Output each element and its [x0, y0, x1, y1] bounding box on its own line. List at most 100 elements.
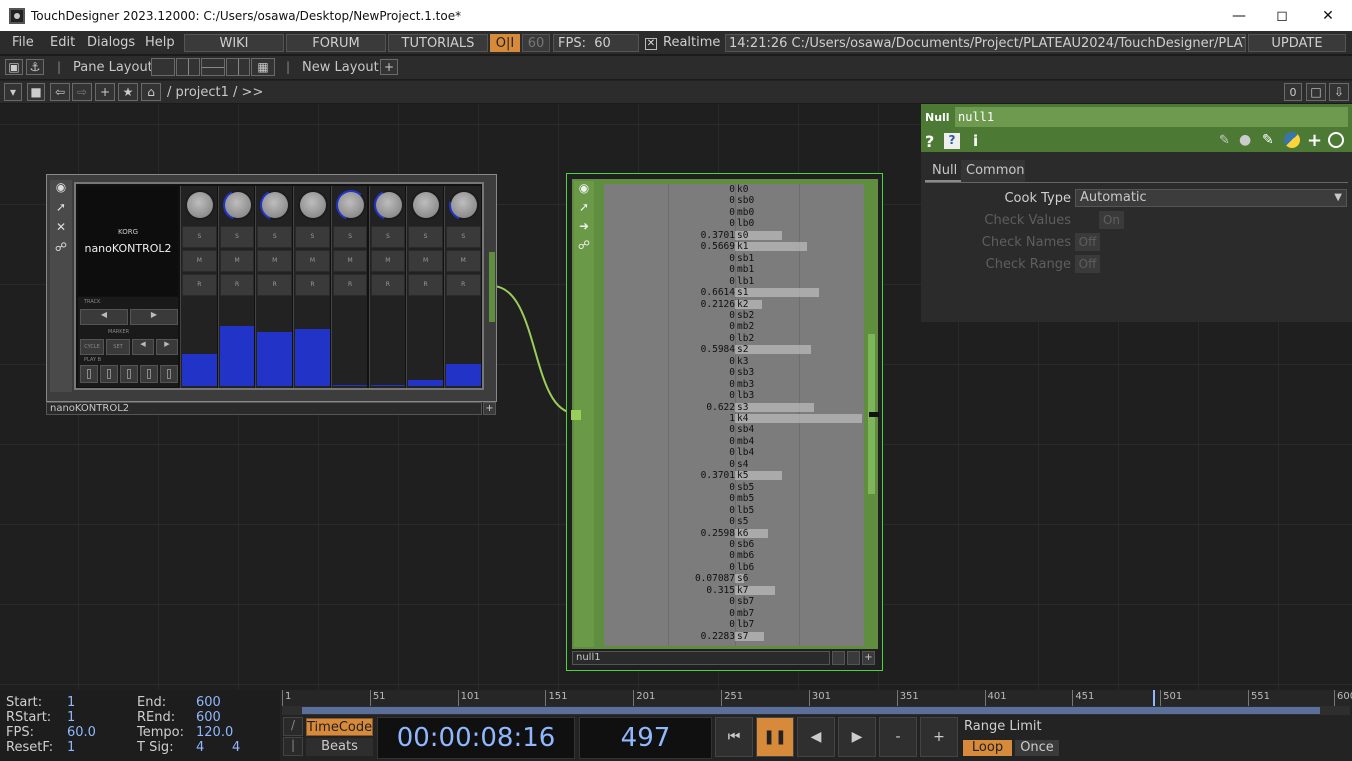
strip-button-s[interactable]: S	[332, 226, 368, 248]
fader[interactable]	[332, 385, 368, 386]
fader[interactable]	[182, 354, 217, 386]
strip-button-r[interactable]: R	[445, 274, 481, 296]
layout-three-icon[interactable]	[226, 58, 250, 76]
input-connector[interactable]	[571, 410, 581, 420]
comment-icon[interactable]: ●	[1239, 132, 1251, 148]
minimize-icon[interactable]: —	[1216, 0, 1262, 31]
python-icon[interactable]	[1284, 132, 1300, 148]
strip-button-s[interactable]: S	[219, 226, 255, 248]
edit-icon[interactable]: ✎	[1219, 133, 1230, 148]
playhead[interactable]	[1153, 690, 1156, 706]
strip-button-m[interactable]: M	[295, 250, 330, 272]
marker-next-button[interactable]: ▶	[156, 339, 178, 355]
fader[interactable]	[219, 326, 255, 386]
layout-vsplit-icon[interactable]	[176, 58, 200, 76]
strip-button-s[interactable]: S	[295, 226, 330, 248]
transport-button[interactable]	[160, 365, 178, 383]
knob[interactable]	[222, 190, 253, 220]
stop-icon[interactable]: ■	[27, 83, 45, 101]
strip-button-s[interactable]: S	[257, 226, 293, 248]
track-next-button[interactable]: ▶	[130, 309, 178, 325]
tsig-numerator[interactable]: 4	[196, 740, 204, 755]
remove-icon[interactable]: ✕	[50, 220, 72, 240]
strip-button-s[interactable]: S	[408, 226, 443, 248]
loop-button[interactable]: Loop	[963, 740, 1012, 756]
check-values-toggle[interactable]: On	[1099, 211, 1124, 229]
bypass-icon[interactable]: ➚	[50, 200, 72, 220]
timecode-display[interactable]: 00:00:08:16	[377, 717, 575, 759]
menu-file[interactable]: File	[12, 35, 34, 50]
maximize-pane-icon[interactable]: □	[1306, 83, 1326, 101]
knob[interactable]	[373, 190, 404, 220]
menu-dialogs[interactable]: Dialogs	[87, 35, 135, 50]
tsig-denominator[interactable]: 4	[232, 740, 240, 755]
fps-value[interactable]: 60.0	[67, 725, 96, 740]
cycle-button[interactable]: CYCLE	[80, 339, 104, 355]
knob[interactable]	[411, 190, 442, 220]
download-icon[interactable]: ⇩	[1329, 83, 1349, 101]
knob[interactable]	[335, 190, 366, 220]
close-icon[interactable]: ✕	[1305, 0, 1351, 31]
end-value[interactable]: 600	[196, 695, 221, 710]
once-button[interactable]: Once	[1015, 740, 1059, 756]
pause-icon[interactable]: ❚❚	[756, 717, 794, 757]
clipboard-icon[interactable]: ✎	[1262, 132, 1274, 148]
home-icon[interactable]: ⌂	[141, 83, 161, 101]
anchor-icon[interactable]: ⚓	[26, 59, 44, 75]
info-icon[interactable]: i	[973, 132, 978, 150]
strip-button-r[interactable]: R	[182, 274, 217, 296]
fader[interactable]	[257, 332, 293, 386]
transport-button[interactable]	[120, 365, 138, 383]
add-icon[interactable]: +	[1307, 130, 1322, 151]
strip-button-m[interactable]: M	[408, 250, 443, 272]
strip-button-m[interactable]: M	[370, 250, 406, 272]
node-name-label[interactable]: null1	[572, 651, 830, 665]
tempo-value[interactable]: 120.0	[196, 725, 233, 740]
frame-display[interactable]: 497	[579, 717, 712, 759]
knob[interactable]	[185, 190, 215, 220]
forum-button[interactable]: FORUM	[286, 34, 386, 52]
set-button[interactable]: SET	[106, 339, 130, 355]
node-add-icon[interactable]: +	[483, 402, 496, 415]
step-forward-icon[interactable]: ▶	[838, 717, 876, 757]
timecode-button[interactable]: TimeCode	[306, 718, 373, 736]
image-icon[interactable]: ▣	[5, 59, 23, 75]
strip-button-m[interactable]: M	[332, 250, 368, 272]
maximize-icon[interactable]: ◻	[1259, 0, 1305, 31]
plus-icon[interactable]: +	[920, 717, 958, 757]
track-prev-button[interactable]: ◀	[80, 309, 128, 325]
knob[interactable]	[298, 190, 329, 220]
wiki-button[interactable]: WIKI	[184, 34, 284, 52]
target-icon[interactable]	[1328, 132, 1344, 148]
network-path[interactable]: / project1 / >>	[167, 85, 263, 100]
null-node-selection[interactable]: ◉ ➚ ➜ ☍ 0 k0 0 sb0 0 mb0 0 lb0 0.3701 s0 0.5669 k1 0…	[566, 173, 883, 671]
cook-type-select[interactable]: Automatic ▼	[1075, 189, 1347, 207]
add-icon[interactable]: +	[95, 83, 115, 101]
layout-hsplit-icon[interactable]	[201, 58, 225, 76]
bar-icon[interactable]: |	[283, 737, 303, 756]
node-flag-icon[interactable]	[847, 651, 860, 665]
strip-button-r[interactable]: R	[332, 274, 368, 296]
menu-edit[interactable]: Edit	[50, 35, 75, 50]
layout-quad-icon[interactable]: ▦	[251, 58, 275, 76]
marker-prev-button[interactable]: ◀	[132, 339, 154, 355]
knob[interactable]	[448, 190, 479, 220]
viewer-icon[interactable]: ◉	[50, 180, 72, 200]
fps-cap-button[interactable]: 60	[522, 34, 550, 52]
timeline-range-bar[interactable]	[302, 707, 1320, 714]
layout-single-icon[interactable]	[151, 58, 175, 76]
nanokontrol-node[interactable]: ◉ ➚ ✕ ☍ KORG nanoKONTROL2 TRACK ◀ ▶ MARK…	[46, 174, 497, 416]
fader[interactable]	[370, 385, 406, 386]
output-connector[interactable]	[489, 252, 495, 322]
forward-icon[interactable]: ⇨	[72, 83, 92, 101]
beats-button[interactable]: Beats	[306, 738, 373, 756]
menu-help[interactable]: Help	[145, 35, 175, 50]
rstart-value[interactable]: 1	[67, 710, 75, 725]
tab-common[interactable]: Common	[961, 160, 1025, 182]
transport-button[interactable]	[100, 365, 118, 383]
display-icon[interactable]: ➜	[574, 219, 594, 238]
minus-icon[interactable]: -	[879, 717, 917, 757]
strip-button-r[interactable]: R	[219, 274, 255, 296]
knob[interactable]	[260, 190, 291, 220]
strip-button-s[interactable]: S	[445, 226, 481, 248]
